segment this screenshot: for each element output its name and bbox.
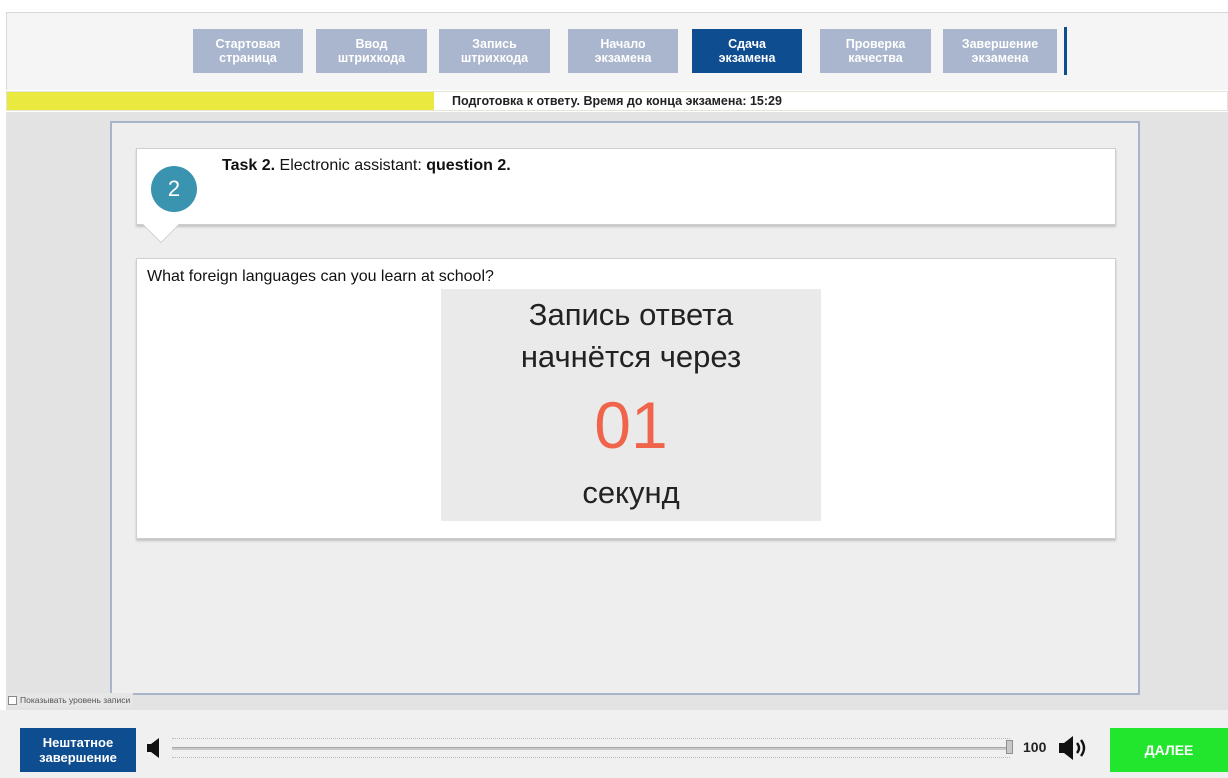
exam-stepper: Стартовая страница Ввод штрихкода Запись… [6,12,1228,90]
task-title-label: Task 2. [222,157,276,174]
emergency-finish-button[interactable]: Нештатное завершение [20,728,136,772]
task-header-pointer [142,223,180,242]
volume-slider[interactable] [172,738,1010,758]
speaker-icon [147,738,159,758]
work-area: 2 Task 2. Electronic assistant: question… [6,112,1228,710]
task-number-badge: 2 [151,166,197,212]
volume-value: 100 [1023,739,1047,755]
show-recording-level-checkbox[interactable] [8,695,17,705]
task-title: Task 2. Electronic assistant: question 2… [222,157,511,175]
exam-panel: 2 Task 2. Electronic assistant: question… [110,121,1140,695]
task-header: 2 Task 2. Electronic assistant: question… [136,148,1116,225]
question-card: What foreign languages can you learn at … [136,258,1116,539]
next-button[interactable]: ДАЛЕЕ [1110,728,1228,772]
volume-slider-handle[interactable] [1006,740,1013,754]
countdown-seconds-value: 01 [594,388,668,462]
countdown-caption-line1: Запись ответа [528,297,734,332]
task-title-text: Electronic assistant: [275,157,427,174]
show-recording-level-label: Показывать уровень записи [20,695,131,705]
countdown-unit: секунд [582,475,680,510]
step-barcode-input[interactable]: Ввод штрихкода [316,29,427,73]
bottom-bar: Нештатное завершение 100 ДАЛЕЕ [0,710,1228,778]
exam-status-bar: Подготовка к ответу. Время до конца экза… [6,91,1228,111]
step-exam-taking[interactable]: Сдача экзамена [692,29,802,73]
status-text: Подготовка к ответу. Время до конца экза… [452,94,782,108]
question-text: What foreign languages can you learn at … [147,268,494,285]
step-exam-finish[interactable]: Завершение экзамена [943,29,1057,73]
step-barcode-record[interactable]: Запись штрихкода [439,29,550,73]
recording-countdown: Запись ответа начнётся через 01 секунд [441,289,821,521]
speaker-loud-icon [1059,736,1086,760]
show-recording-level-option[interactable]: Показывать уровень записи [8,693,134,707]
volume-slider-groove [172,747,1010,750]
stepper-divider [1064,27,1067,75]
step-quality-check[interactable]: Проверка качества [820,29,931,73]
countdown-caption-line2: начнётся через [520,339,742,374]
step-exam-start[interactable]: Начало экзамена [568,29,678,73]
step-start-page[interactable]: Стартовая страница [193,29,303,73]
task-title-question: question 2. [426,157,511,174]
